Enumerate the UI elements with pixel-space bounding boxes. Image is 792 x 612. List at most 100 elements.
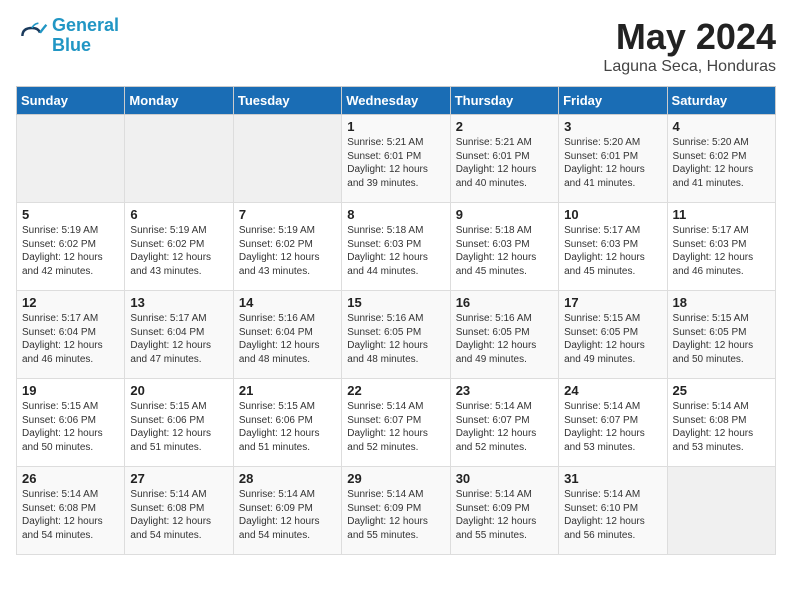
calendar-cell: 10 Sunrise: 5:17 AMSunset: 6:03 PMDayligh… [559,203,667,291]
calendar-cell: 25 Sunrise: 5:14 AMSunset: 6:08 PMDayligh… [667,379,775,467]
day-info: Sunrise: 5:17 AMSunset: 6:03 PMDaylight:… [564,224,661,278]
calendar-cell: 27Sunrise: 5:14 AMSunset: 6:08 PMDayligh… [125,467,233,555]
calendar-week-1: 1 Sunrise: 5:21 AMSunset: 6:01 PMDaylight… [17,115,776,203]
day-info: Sunrise: 5:20 AMSunset: 6:02 PMDaylight:… [673,136,770,190]
location: Laguna Seca, Honduras [603,58,776,76]
day-number: 10 [564,207,661,222]
day-number: 21 [239,383,336,398]
col-header-thursday: Thursday [450,87,558,115]
day-number: 22 [347,383,444,398]
calendar-cell: 16Sunrise: 5:16 AMSunset: 6:05 PMDayligh… [450,291,558,379]
calendar-cell: 1 Sunrise: 5:21 AMSunset: 6:01 PMDaylight… [342,115,450,203]
logo-blue: Blue [52,35,91,55]
day-info: Sunrise: 5:14 AMSunset: 6:10 PMDaylight:… [564,488,661,542]
day-number: 11 [673,207,770,222]
calendar-cell: 21 Sunrise: 5:15 AMSunset: 6:06 PMDayligh… [233,379,341,467]
day-number: 15 [347,295,444,310]
day-number: 4 [673,119,770,134]
calendar-week-4: 19 Sunrise: 5:15 AMSunset: 6:06 PMDayligh… [17,379,776,467]
day-number: 19 [22,383,119,398]
calendar-cell: 17Sunrise: 5:15 AMSunset: 6:05 PMDayligh… [559,291,667,379]
calendar-cell: 23Sunrise: 5:14 AMSunset: 6:07 PMDayligh… [450,379,558,467]
day-number: 13 [130,295,227,310]
day-number: 12 [22,295,119,310]
day-number: 3 [564,119,661,134]
calendar-cell: 30Sunrise: 5:14 AMSunset: 6:09 PMDayligh… [450,467,558,555]
day-number: 7 [239,207,336,222]
day-info: Sunrise: 5:16 AMSunset: 6:04 PMDaylight:… [239,312,336,366]
day-number: 18 [673,295,770,310]
day-info: Sunrise: 5:19 AMSunset: 6:02 PMDaylight:… [239,224,336,278]
day-info: Sunrise: 5:14 AMSunset: 6:09 PMDaylight:… [347,488,444,542]
day-info: Sunrise: 5:21 AMSunset: 6:01 PMDaylight:… [456,136,553,190]
day-number: 1 [347,119,444,134]
day-info: Sunrise: 5:18 AMSunset: 6:03 PMDaylight:… [347,224,444,278]
day-info: Sunrise: 5:16 AMSunset: 6:05 PMDaylight:… [456,312,553,366]
day-number: 30 [456,471,553,486]
calendar-cell: 28Sunrise: 5:14 AMSunset: 6:09 PMDayligh… [233,467,341,555]
calendar-cell [233,115,341,203]
col-header-saturday: Saturday [667,87,775,115]
day-info: Sunrise: 5:14 AMSunset: 6:08 PMDaylight:… [673,400,770,454]
calendar-week-5: 26 Sunrise: 5:14 AMSunset: 6:08 PMDayligh… [17,467,776,555]
logo-icon [16,20,48,52]
day-number: 23 [456,383,553,398]
calendar-cell: 4 Sunrise: 5:20 AMSunset: 6:02 PMDaylight… [667,115,775,203]
calendar-cell: 24 Sunrise: 5:14 AMSunset: 6:07 PMDayligh… [559,379,667,467]
day-info: Sunrise: 5:14 AMSunset: 6:07 PMDaylight:… [564,400,661,454]
calendar-cell [17,115,125,203]
logo: General Blue [16,16,119,56]
col-header-sunday: Sunday [17,87,125,115]
calendar-cell: 11 Sunrise: 5:17 AMSunset: 6:03 PMDayligh… [667,203,775,291]
day-number: 9 [456,207,553,222]
col-header-tuesday: Tuesday [233,87,341,115]
day-info: Sunrise: 5:21 AMSunset: 6:01 PMDaylight:… [347,136,444,190]
logo-text: General Blue [52,16,119,56]
day-number: 20 [130,383,227,398]
page-header: General Blue May 2024 Laguna Seca, Hondu… [16,16,776,76]
day-number: 25 [673,383,770,398]
col-header-friday: Friday [559,87,667,115]
day-number: 24 [564,383,661,398]
calendar-table: SundayMondayTuesdayWednesdayThursdayFrid… [16,86,776,555]
day-number: 27 [130,471,227,486]
calendar-cell: 9 Sunrise: 5:18 AMSunset: 6:03 PMDaylight… [450,203,558,291]
calendar-header-row: SundayMondayTuesdayWednesdayThursdayFrid… [17,87,776,115]
day-number: 26 [22,471,119,486]
calendar-cell: 22Sunrise: 5:14 AMSunset: 6:07 PMDayligh… [342,379,450,467]
calendar-week-2: 5 Sunrise: 5:19 AMSunset: 6:02 PMDaylight… [17,203,776,291]
calendar-cell: 19Sunrise: 5:15 AMSunset: 6:06 PMDayligh… [17,379,125,467]
calendar-week-3: 12Sunrise: 5:17 AMSunset: 6:04 PMDayligh… [17,291,776,379]
day-info: Sunrise: 5:15 AMSunset: 6:05 PMDaylight:… [673,312,770,366]
calendar-cell: 14Sunrise: 5:16 AMSunset: 6:04 PMDayligh… [233,291,341,379]
calendar-cell [667,467,775,555]
calendar-cell: 18 Sunrise: 5:15 AMSunset: 6:05 PMDayligh… [667,291,775,379]
col-header-monday: Monday [125,87,233,115]
day-info: Sunrise: 5:14 AMSunset: 6:09 PMDaylight:… [239,488,336,542]
day-info: Sunrise: 5:15 AMSunset: 6:06 PMDaylight:… [130,400,227,454]
calendar-cell: 13Sunrise: 5:17 AMSunset: 6:04 PMDayligh… [125,291,233,379]
title-block: May 2024 Laguna Seca, Honduras [603,16,776,76]
calendar-cell: 3Sunrise: 5:20 AMSunset: 6:01 PMDaylight… [559,115,667,203]
calendar-cell: 31 Sunrise: 5:14 AMSunset: 6:10 PMDayligh… [559,467,667,555]
day-number: 5 [22,207,119,222]
calendar-cell: 26 Sunrise: 5:14 AMSunset: 6:08 PMDayligh… [17,467,125,555]
calendar-cell: 2Sunrise: 5:21 AMSunset: 6:01 PMDaylight… [450,115,558,203]
logo-general: General [52,15,119,35]
col-header-wednesday: Wednesday [342,87,450,115]
calendar-cell: 8Sunrise: 5:18 AMSunset: 6:03 PMDaylight… [342,203,450,291]
calendar-cell: 7 Sunrise: 5:19 AMSunset: 6:02 PMDaylight… [233,203,341,291]
day-info: Sunrise: 5:15 AMSunset: 6:06 PMDaylight:… [239,400,336,454]
calendar-cell: 5Sunrise: 5:19 AMSunset: 6:02 PMDaylight… [17,203,125,291]
day-number: 31 [564,471,661,486]
calendar-cell: 29 Sunrise: 5:14 AMSunset: 6:09 PMDayligh… [342,467,450,555]
calendar-cell [125,115,233,203]
calendar-cell: 6 Sunrise: 5:19 AMSunset: 6:02 PMDaylight… [125,203,233,291]
day-number: 29 [347,471,444,486]
day-info: Sunrise: 5:14 AMSunset: 6:08 PMDaylight:… [22,488,119,542]
day-info: Sunrise: 5:18 AMSunset: 6:03 PMDaylight:… [456,224,553,278]
day-info: Sunrise: 5:19 AMSunset: 6:02 PMDaylight:… [130,224,227,278]
day-number: 6 [130,207,227,222]
day-info: Sunrise: 5:17 AMSunset: 6:03 PMDaylight:… [673,224,770,278]
calendar-cell: 20 Sunrise: 5:15 AMSunset: 6:06 PMDayligh… [125,379,233,467]
